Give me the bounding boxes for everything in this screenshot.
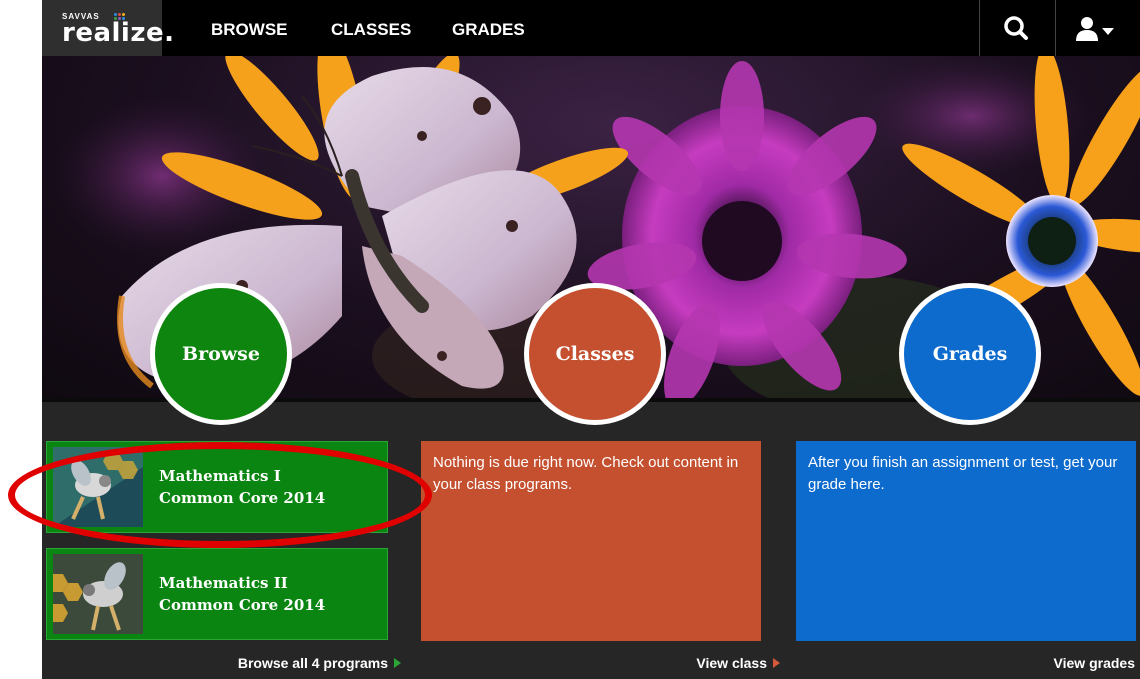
nav-divider (979, 0, 980, 56)
program-title-line1: Mathematics II (159, 574, 288, 592)
program-title-line1: Mathematics I (159, 467, 281, 485)
browse-circle-button[interactable]: Browse (150, 283, 292, 425)
program-card-math2[interactable]: Mathematics II Common Core 2014 (46, 548, 388, 640)
search-icon (1004, 16, 1028, 40)
classes-panel-text: Nothing is due right now. Check out cont… (433, 454, 739, 493)
view-grades-link[interactable]: View grades (1054, 655, 1140, 671)
view-class-link-label: View class (696, 655, 767, 671)
classes-panel[interactable]: Nothing is due right now. Check out cont… (421, 441, 761, 641)
program-title: Mathematics I Common Core 2014 (159, 465, 379, 509)
search-button[interactable] (988, 0, 1046, 56)
top-navbar: SAVVAS realize. BROWSE CLASSES GRADES (42, 0, 1140, 56)
grades-panel-text: After you finish an assignment or test, … (808, 454, 1118, 493)
classes-circle-button[interactable]: Classes (524, 283, 666, 425)
nav-grades[interactable]: GRADES (452, 20, 525, 40)
logo-brand-text: realize. (62, 18, 175, 48)
view-grades-link-label: View grades (1053, 655, 1135, 671)
program-card-math1[interactable]: Mathematics I Common Core 2014 (46, 441, 388, 533)
app-window: SAVVAS realize. BROWSE CLASSES GRADES Br… (42, 0, 1140, 679)
grades-circle-button[interactable]: Grades (899, 283, 1041, 425)
robot-bee-thumbnail-icon (53, 447, 143, 527)
nav-classes[interactable]: CLASSES (331, 20, 411, 40)
caret-down-icon (1102, 28, 1114, 35)
program-title-line2: Common Core 2014 (159, 596, 326, 614)
program-thumbnail (53, 554, 143, 634)
robot-bee-thumbnail-icon (53, 554, 143, 634)
program-title-line2: Common Core 2014 (159, 489, 326, 507)
realize-logo[interactable]: SAVVAS realize. (42, 0, 174, 56)
grades-panel[interactable]: After you finish an assignment or test, … (796, 441, 1136, 641)
arrow-right-icon (394, 658, 401, 668)
view-class-link[interactable]: View class (696, 655, 780, 671)
grades-circle-label: Grades (932, 343, 1008, 365)
arrow-right-icon (773, 658, 780, 668)
nav-browse[interactable]: BROWSE (211, 20, 288, 40)
browse-all-programs-link[interactable]: Browse all 4 programs (238, 655, 401, 671)
user-menu-button[interactable] (1056, 0, 1140, 56)
browse-circle-label: Browse (182, 343, 260, 365)
program-title: Mathematics II Common Core 2014 (159, 572, 379, 616)
browse-all-link-label: Browse all 4 programs (237, 655, 388, 671)
classes-circle-label: Classes (555, 343, 635, 365)
program-thumbnail (53, 447, 143, 527)
